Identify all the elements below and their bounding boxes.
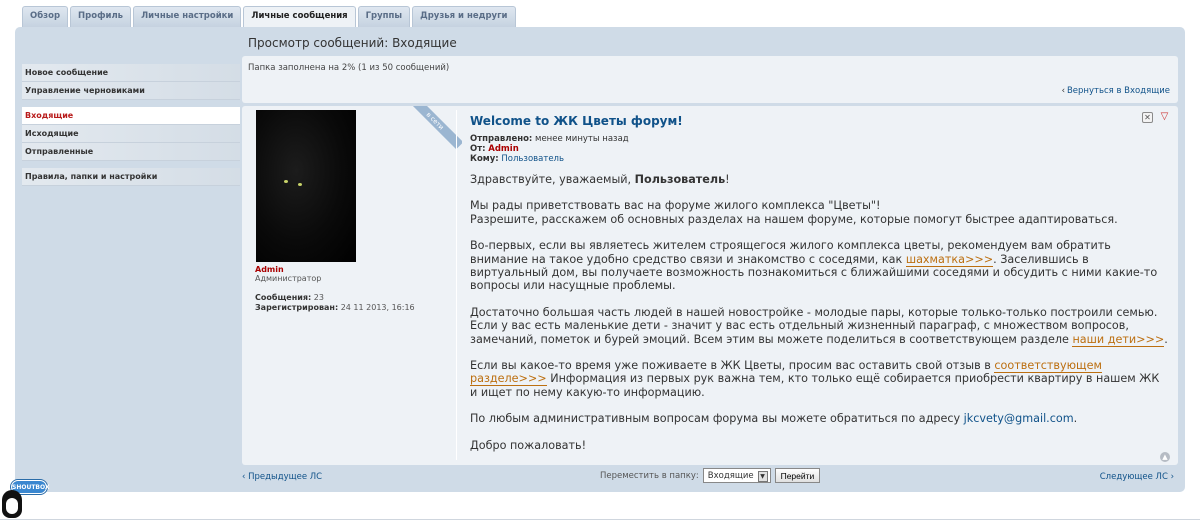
folder-info-box: Папка заполнена на 2% (1 из 50 сообщений… xyxy=(242,56,1178,103)
tab-private-messages[interactable]: Личные сообщения xyxy=(243,6,356,28)
author-name[interactable]: Admin xyxy=(255,265,284,274)
online-ribbon: в сети xyxy=(402,106,462,162)
tab-overview[interactable]: Обзор xyxy=(22,6,69,27)
folder-status: Папка заполнена на 2% (1 из 50 сообщений… xyxy=(248,63,450,73)
penguin-icon xyxy=(2,490,22,518)
admin-email-link[interactable]: jkcvety@gmail.com xyxy=(964,412,1074,425)
kids-section-link[interactable]: наши дети>>> xyxy=(1072,332,1165,347)
footer-divider xyxy=(0,519,1200,520)
sidebar-item-inbox[interactable]: Входящие xyxy=(22,107,240,125)
post-divider xyxy=(456,110,457,460)
previous-message-link[interactable]: ‹ Предыдущее ЛС xyxy=(242,472,322,482)
tab-friends-foes[interactable]: Друзья и недруги xyxy=(412,6,516,27)
chevron-down-icon: ▼ xyxy=(757,470,768,482)
profile-tabs: Обзор Профиль Личные настройки Личные со… xyxy=(22,6,516,28)
sidebar-item-outbox[interactable]: Исходящие xyxy=(22,125,240,143)
cat-eye xyxy=(298,183,302,186)
sidebar-item-sent[interactable]: Отправленные xyxy=(22,143,240,161)
chessboard-link[interactable]: шахматка>>> xyxy=(905,252,994,267)
tab-personal-settings[interactable]: Личные настройки xyxy=(133,6,242,27)
return-to-inbox-link[interactable]: ‹ Вернуться в Входящие xyxy=(1062,86,1170,96)
page-title: Просмотр сообщений: Входящие xyxy=(248,36,457,50)
cat-eye xyxy=(284,180,288,183)
tab-groups[interactable]: Группы xyxy=(357,6,411,27)
message-post: в сети Admin Администратор Сообщения: 23… xyxy=(242,106,1178,465)
chevron-left-icon: ‹ xyxy=(1061,86,1065,96)
bottom-nav: ‹ Предыдущее ЛС Переместить в папку: Вхо… xyxy=(242,468,1178,488)
move-label: Переместить в папку: xyxy=(600,470,699,481)
sidebar-item-new-message[interactable]: Новое сообщение xyxy=(22,64,240,82)
go-button[interactable]: Перейти xyxy=(774,468,821,483)
message-content: Здравствуйте, уважаемый, Пользователь! М… xyxy=(470,173,1168,452)
from-user-link[interactable]: Admin xyxy=(488,144,519,154)
avatar xyxy=(256,110,356,262)
author-stats: Сообщения: 23 Зарегистрирован: 24 11 201… xyxy=(255,293,415,312)
move-to-folder: Переместить в папку: Входящие ▼ Перейти xyxy=(600,468,821,483)
message-meta: Отправлено: менее минуты назад От: Admin… xyxy=(470,134,629,164)
sidebar: Новое сообщение Управление черновиками В… xyxy=(22,64,240,186)
next-message-link[interactable]: Следующее ЛС › xyxy=(1100,472,1174,482)
back-to-top-icon[interactable]: ▲ xyxy=(1160,452,1170,462)
sidebar-item-rules-folders[interactable]: Правила, папки и настройки xyxy=(22,168,240,186)
tab-profile[interactable]: Профиль xyxy=(70,6,132,27)
to-user-link[interactable]: Пользователь xyxy=(501,154,564,164)
author-rank: Администратор xyxy=(255,274,322,283)
shoutbox-logo[interactable]: SHOUTBOX xyxy=(2,474,50,520)
message-subject[interactable]: Welcome to ЖК Цветы форум! xyxy=(470,114,1170,128)
folder-select[interactable]: Входящие ▼ xyxy=(702,468,771,483)
sidebar-item-drafts[interactable]: Управление черновиками xyxy=(22,82,240,100)
post-body: Welcome to ЖК Цветы форум! Отправлено: м… xyxy=(470,112,1170,465)
